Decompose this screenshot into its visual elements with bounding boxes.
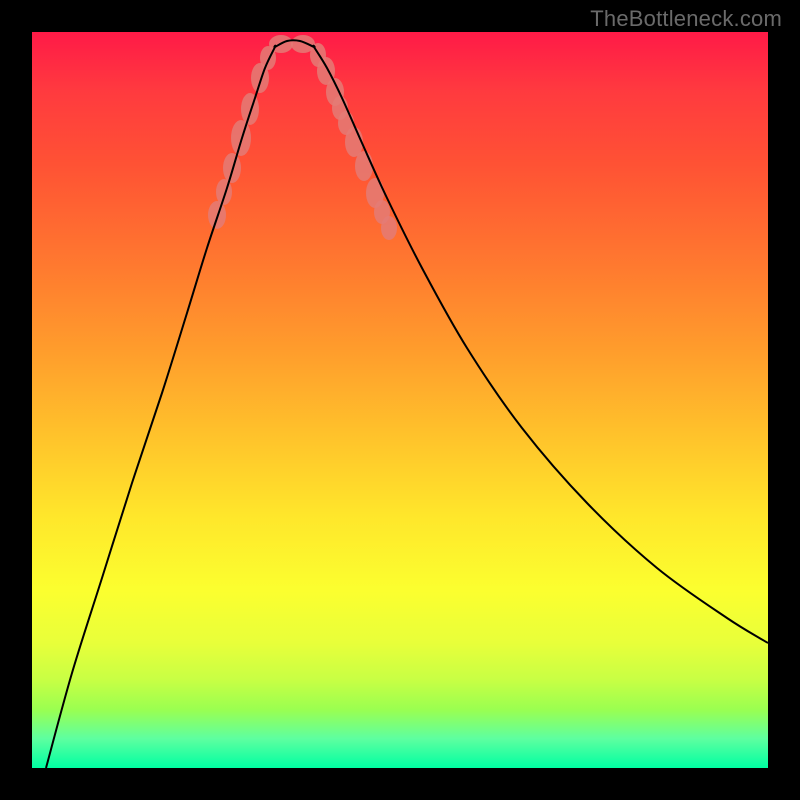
bottleneck-curve xyxy=(46,40,768,768)
watermark-text: TheBottleneck.com xyxy=(590,6,782,32)
curve-marker xyxy=(241,93,259,125)
chart-frame: TheBottleneck.com xyxy=(0,0,800,800)
plot-area xyxy=(32,32,768,768)
marker-layer xyxy=(208,35,397,240)
curve-marker xyxy=(355,151,373,181)
curve-marker xyxy=(223,153,241,183)
curve-marker xyxy=(381,216,397,240)
chart-svg xyxy=(32,32,768,768)
